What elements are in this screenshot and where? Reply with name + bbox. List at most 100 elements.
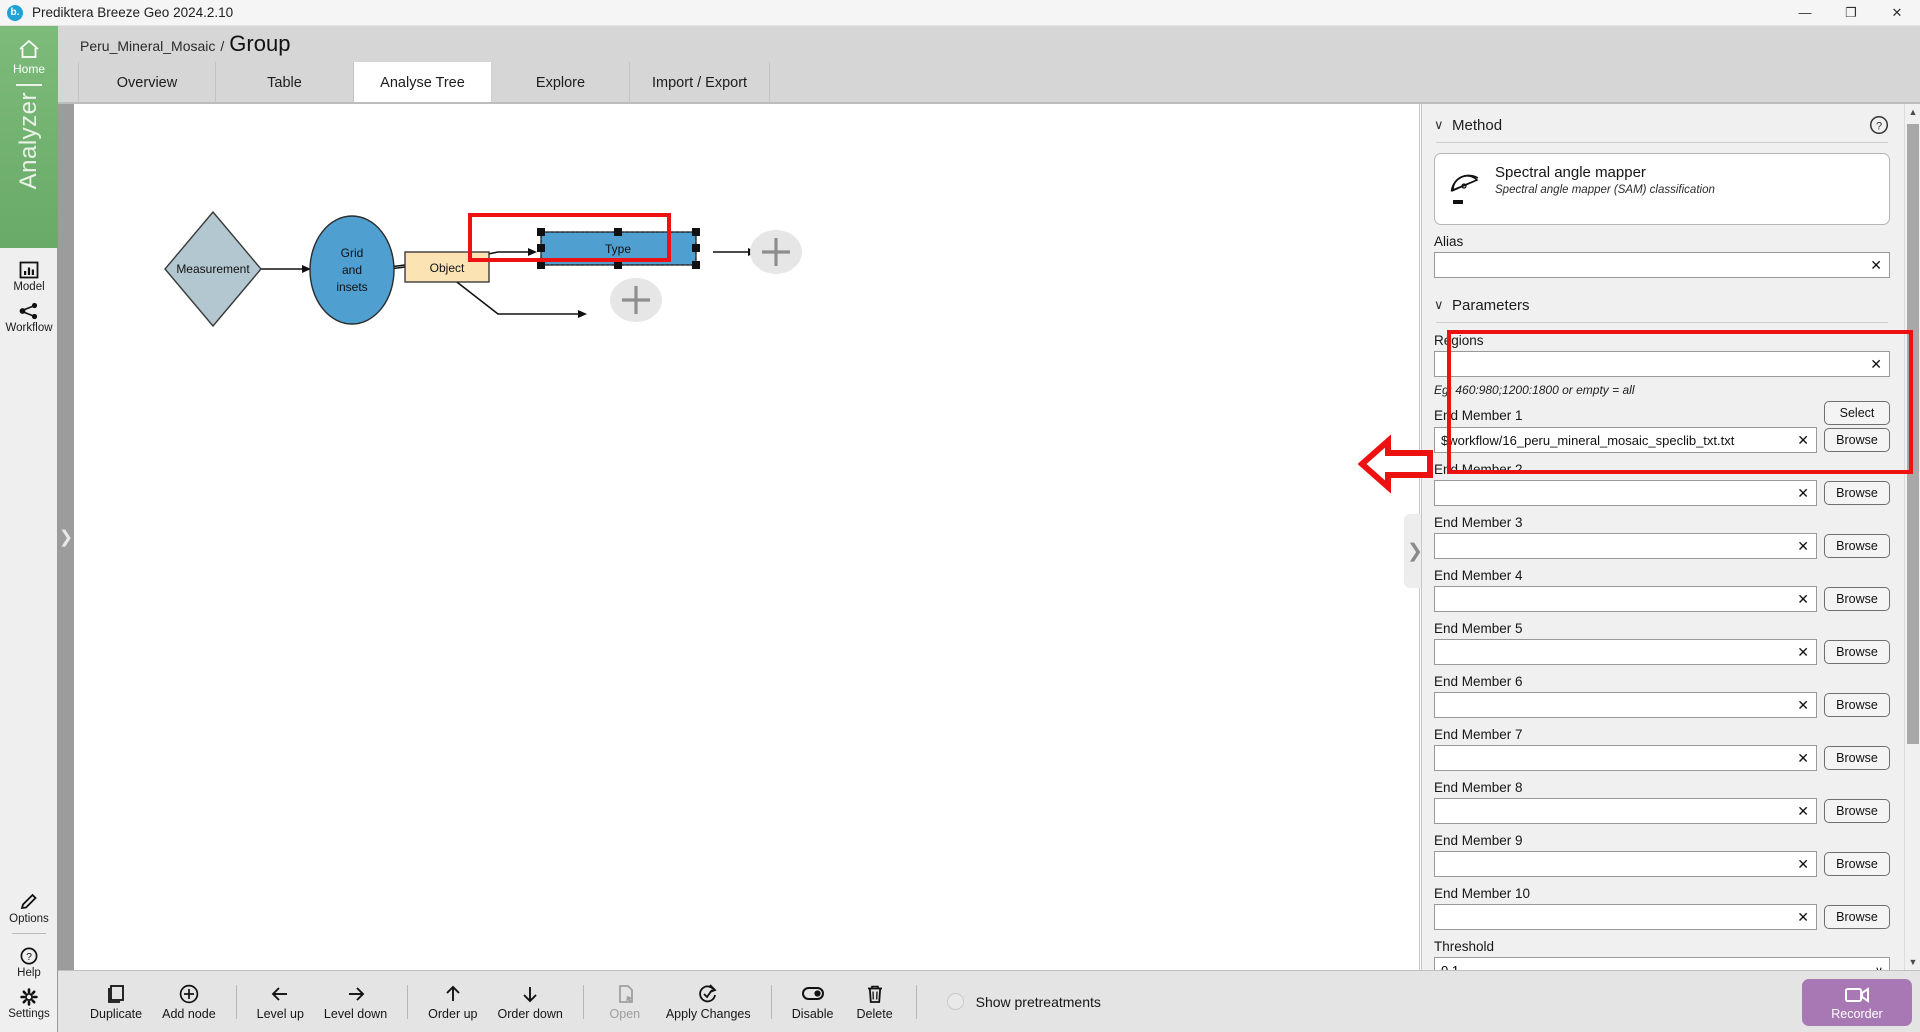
browse-button[interactable]: Browse bbox=[1824, 640, 1890, 664]
clear-icon[interactable]: ✕ bbox=[1794, 751, 1812, 765]
chevron-right-icon[interactable]: ❯ bbox=[58, 529, 74, 546]
end-member-1-input[interactable]: $workflow/16_peru_mineral_mosaic_speclib… bbox=[1434, 427, 1817, 453]
alias-input[interactable]: ✕ bbox=[1434, 252, 1890, 278]
scroll-down-icon[interactable]: ▼ bbox=[1905, 954, 1920, 970]
toolbar-add-node[interactable]: Add node bbox=[152, 983, 226, 1021]
toolbar-level-up[interactable]: Level up bbox=[247, 983, 314, 1021]
end-member-8-input[interactable]: ✕ bbox=[1434, 798, 1817, 824]
graph-node-add-2 bbox=[610, 278, 662, 322]
toolbar-apply-changes[interactable]: Apply Changes bbox=[656, 983, 761, 1021]
tab-explore[interactable]: Explore bbox=[492, 62, 630, 104]
breadcrumb-parent[interactable]: Peru_Mineral_Mosaic bbox=[80, 38, 215, 54]
toolbar-duplicate[interactable]: Duplicate bbox=[80, 983, 152, 1021]
toolbar-delete-label: Delete bbox=[856, 1006, 893, 1021]
tab-analyse-tree[interactable]: Analyse Tree bbox=[354, 62, 492, 104]
clear-icon[interactable]: ✕ bbox=[1794, 433, 1812, 447]
analyse-tree-canvas[interactable]: Measurement Grid and insets Object Type bbox=[58, 104, 1420, 970]
chevron-down-icon[interactable]: ∨ bbox=[1434, 297, 1452, 313]
select-button[interactable]: Select bbox=[1824, 401, 1890, 425]
threshold-dropdown[interactable]: 0.1 ∨ bbox=[1434, 957, 1890, 970]
clear-icon[interactable]: ✕ bbox=[1867, 258, 1885, 272]
tab-table[interactable]: Table bbox=[216, 62, 354, 104]
toolbar-level-down-label: Level down bbox=[323, 1006, 388, 1021]
svg-text:?: ? bbox=[1876, 120, 1882, 132]
end-member-3-input[interactable]: ✕ bbox=[1434, 533, 1817, 559]
scroll-up-icon[interactable]: ▲ bbox=[1905, 104, 1920, 120]
browse-button[interactable]: Browse bbox=[1824, 852, 1890, 876]
graph-node-grid-label-1: Grid bbox=[341, 246, 364, 260]
end-member-7-input[interactable]: ✕ bbox=[1434, 745, 1817, 771]
tab-import-export[interactable]: Import / Export bbox=[630, 62, 771, 104]
graph-node-type: Type bbox=[537, 228, 700, 269]
clear-icon[interactable]: ✕ bbox=[1794, 486, 1812, 500]
show-pretreatments-toggle[interactable]: Show pretreatments bbox=[946, 993, 1101, 1010]
browse-button[interactable]: Browse bbox=[1824, 905, 1890, 929]
method-card[interactable]: Spectral angle mapper Spectral angle map… bbox=[1434, 153, 1890, 225]
end-member-5-input[interactable]: ✕ bbox=[1434, 639, 1817, 665]
tab-table-label: Table bbox=[267, 75, 302, 91]
rail-item-workflow[interactable]: Workflow bbox=[0, 295, 58, 336]
clear-icon[interactable]: ✕ bbox=[1794, 804, 1812, 818]
rail-app-label: Analyzer bbox=[15, 92, 42, 190]
recorder-button[interactable]: Recorder bbox=[1802, 979, 1912, 1026]
rail-item-options[interactable]: Options bbox=[0, 886, 58, 927]
rail-item-home[interactable]: Home bbox=[13, 38, 45, 76]
end-member-4-input[interactable]: ✕ bbox=[1434, 586, 1817, 612]
rail-item-home-label: Home bbox=[12, 62, 45, 76]
browse-button[interactable]: Browse bbox=[1824, 799, 1890, 823]
rail-item-help[interactable]: ? Help bbox=[0, 940, 58, 981]
end-member-2-input[interactable]: ✕ bbox=[1434, 480, 1817, 506]
browse-button[interactable]: Browse bbox=[1824, 693, 1890, 717]
clear-icon[interactable]: ✕ bbox=[1794, 910, 1812, 924]
parameters-section-rule bbox=[1436, 322, 1888, 323]
panel-scrollbar[interactable]: ▲ ▼ bbox=[1904, 104, 1920, 970]
end-member-9-input[interactable]: ✕ bbox=[1434, 851, 1817, 877]
browse-button[interactable]: Browse bbox=[1824, 428, 1890, 452]
toolbar-order-up[interactable]: Order up bbox=[418, 983, 487, 1021]
browse-button[interactable]: Browse bbox=[1824, 746, 1890, 770]
browse-button[interactable]: Browse bbox=[1824, 587, 1890, 611]
breadcrumb: Peru_Mineral_Mosaic / Group bbox=[80, 31, 290, 57]
rail-item-settings[interactable]: Settings bbox=[0, 981, 58, 1022]
minimize-icon[interactable]: — bbox=[1782, 0, 1828, 26]
end-member-6-input[interactable]: ✕ bbox=[1434, 692, 1817, 718]
toolbar-delete[interactable]: Delete bbox=[844, 983, 906, 1021]
close-icon[interactable]: ✕ bbox=[1874, 0, 1920, 26]
radio-icon[interactable] bbox=[946, 993, 964, 1010]
clear-icon[interactable]: ✕ bbox=[1794, 698, 1812, 712]
rail-item-model[interactable]: Model bbox=[0, 254, 58, 295]
video-camera-icon bbox=[1845, 986, 1869, 1003]
tab-overview[interactable]: Overview bbox=[78, 62, 216, 104]
end-member-10-input[interactable]: ✕ bbox=[1434, 904, 1817, 930]
rail-item-workflow-label: Workflow bbox=[5, 322, 53, 334]
scrollbar-thumb[interactable] bbox=[1907, 124, 1919, 744]
restore-icon[interactable]: ❐ bbox=[1828, 0, 1874, 26]
clear-icon[interactable]: ✕ bbox=[1867, 357, 1885, 371]
method-card-text: Spectral angle mapper Spectral angle map… bbox=[1495, 164, 1715, 214]
end-member-3-row: ✕ Browse bbox=[1434, 533, 1890, 559]
browse-button[interactable]: Browse bbox=[1824, 534, 1890, 558]
toolbar-disable[interactable]: Disable bbox=[782, 983, 844, 1021]
clear-icon[interactable]: ✕ bbox=[1794, 592, 1812, 606]
toolbar-order-down-label: Order down bbox=[497, 1006, 563, 1021]
question-circle-icon[interactable]: ? bbox=[1868, 114, 1890, 136]
toolbar-level-down[interactable]: Level down bbox=[314, 983, 397, 1021]
threshold-label: Threshold bbox=[1434, 939, 1495, 954]
rail-divider bbox=[16, 84, 42, 86]
end-member-5-row: ✕ Browse bbox=[1434, 639, 1890, 665]
toolbar-add-node-label: Add node bbox=[162, 1006, 216, 1021]
toolbar-order-down[interactable]: Order down bbox=[488, 983, 573, 1021]
method-section-header[interactable]: ∨ Method ? bbox=[1434, 108, 1890, 142]
breadcrumb-separator: / bbox=[220, 38, 225, 54]
graph-node-add-1 bbox=[750, 230, 802, 274]
left-canvas-collapse-rail[interactable]: ❯ bbox=[58, 104, 74, 970]
parameters-section-header[interactable]: ∨ Parameters bbox=[1434, 288, 1890, 322]
graph-node-object-label: Object bbox=[430, 261, 465, 275]
clear-icon[interactable]: ✕ bbox=[1794, 645, 1812, 659]
clear-icon[interactable]: ✕ bbox=[1794, 539, 1812, 553]
clear-icon[interactable]: ✕ bbox=[1794, 857, 1812, 871]
arrow-down-icon bbox=[523, 986, 537, 1002]
regions-input[interactable]: ✕ bbox=[1434, 351, 1890, 377]
browse-button[interactable]: Browse bbox=[1824, 481, 1890, 505]
chevron-down-icon[interactable]: ∨ bbox=[1434, 117, 1452, 133]
